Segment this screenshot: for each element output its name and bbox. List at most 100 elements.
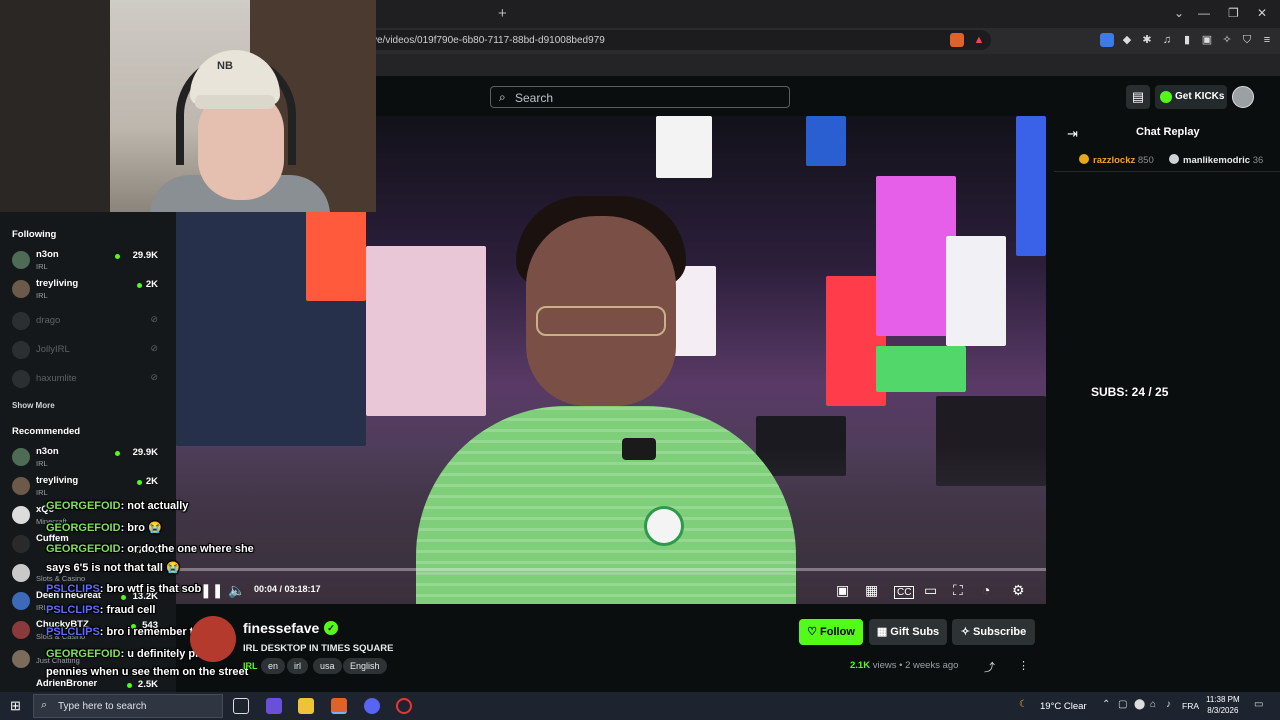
copilot-icon[interactable] (266, 698, 282, 714)
video-progress-bar[interactable] (176, 568, 1046, 571)
input-language[interactable]: FRA (1182, 701, 1199, 711)
video-category[interactable]: IRL (243, 661, 258, 671)
chat-text: : bro 😭 (120, 522, 162, 534)
channel-name[interactable]: finessefave (243, 620, 319, 636)
user-avatar[interactable] (1232, 86, 1254, 108)
live-dot-icon (137, 480, 142, 485)
task-view-icon[interactable] (233, 698, 249, 714)
play-pause-button[interactable]: ❚❚ (200, 582, 223, 599)
weather-text[interactable]: 19°C Clear (1040, 701, 1087, 712)
chat-text: : or do the one where she (120, 543, 254, 555)
window-restore-button[interactable]: ❐ (1228, 6, 1239, 20)
live-dot-icon (115, 451, 120, 456)
network-icon[interactable]: ⌂ (1150, 699, 1156, 710)
tray-mic-icon[interactable]: ⬤ (1134, 699, 1145, 710)
channel-name: haxumlite (36, 373, 77, 384)
follow-button[interactable]: ♡ Follow (799, 619, 863, 645)
get-kicks-button[interactable]: Get KICKs (1155, 85, 1227, 109)
new-tab-button[interactable]: + (498, 5, 507, 22)
get-kicks-label: Get KICKs (1175, 91, 1225, 102)
window-close-button[interactable]: ✕ (1257, 6, 1267, 20)
overlay-chat-message: GEORGEFOID: bro 😭 (46, 521, 162, 534)
following-channel-haxumlite[interactable]: haxumlite ⊘ (12, 368, 172, 394)
offline-icon: ⊘ (150, 314, 158, 324)
notifications-icon[interactable]: ▭ (1254, 699, 1263, 710)
avatar (12, 650, 30, 668)
following-channel-treyliving[interactable]: treyliving IRL 2K (12, 278, 172, 304)
window-minimize-button[interactable]: — (1198, 6, 1210, 20)
sidebar: Following n3on IRL 29.9K treyliving IRL … (0, 212, 176, 692)
chat-panel (1054, 116, 1280, 692)
subscribe-button[interactable]: ✧ Subscribe (952, 619, 1035, 645)
volume-tray-icon[interactable]: ♪ (1166, 699, 1171, 710)
offline-icon: ⊘ (150, 343, 158, 353)
windows-start-icon[interactable]: ⊞ (10, 698, 21, 714)
wallet-icon[interactable]: ▣ (1200, 33, 1214, 47)
gifter-1[interactable]: razzlockz 850 (1093, 155, 1154, 166)
brave-rewards-icon[interactable]: ▲ (972, 33, 986, 47)
tray-expand-icon[interactable]: ⌃ (1102, 699, 1110, 710)
vpn-shield-icon[interactable]: ⛉ (1240, 33, 1254, 47)
views-suffix: views (870, 660, 897, 671)
taskbar-search-input[interactable]: ⌕ Type here to search (33, 694, 223, 718)
chat-title: Chat Replay (1136, 126, 1200, 138)
following-channel-drago[interactable]: drago ⊘ (12, 310, 172, 336)
file-explorer-icon[interactable] (298, 698, 314, 714)
brave-browser-icon[interactable] (331, 698, 347, 714)
taskbar-clock[interactable]: 11:38 PM 8/3/2026 (1206, 694, 1240, 716)
mini-player-icon[interactable]: ▣ (836, 582, 849, 599)
tab-list-dropdown-icon[interactable]: ⌄ (1174, 6, 1184, 20)
tag-en[interactable]: en (261, 658, 286, 674)
chat-text: says 6'5 is not that tall 😭 (46, 562, 180, 574)
search-input[interactable]: ⌕ Search (490, 86, 790, 108)
browser-menu-icon[interactable]: ≡ (1260, 33, 1274, 47)
recommended-heading: Recommended (12, 426, 81, 437)
follow-label: Follow (820, 626, 855, 638)
tag-usa[interactable]: usa (313, 658, 342, 674)
avatar (12, 535, 30, 553)
collapse-chat-icon[interactable]: ⇥ (1067, 126, 1078, 142)
avatar (12, 506, 30, 524)
url-text[interactable]: ve/videos/019f790e-6b80-7117-88bd-d91008… (372, 35, 605, 46)
gifter-2[interactable]: manlikemodric 36 (1183, 155, 1263, 166)
studio-dashboard-button[interactable]: ▤ (1126, 85, 1150, 109)
obs-icon[interactable] (396, 698, 412, 714)
offline-icon: ⊘ (150, 372, 158, 382)
following-channel-jollyirl[interactable]: JollyIRL ⊘ (12, 339, 172, 365)
leo-ai-icon[interactable]: ✧ (1220, 33, 1234, 47)
live-dot-icon (115, 254, 120, 259)
fullscreen-icon[interactable]: ⛶ (953, 582, 963, 599)
discord-icon[interactable] (364, 698, 380, 714)
translate-extension-icon[interactable] (1100, 33, 1114, 47)
theater-mode-icon[interactable]: ▭ (924, 582, 937, 599)
brave-shields-icon[interactable] (950, 33, 964, 47)
recommended-channel-adrienbroner[interactable]: AdrienBroner 2.5K (12, 678, 172, 692)
media-music-icon[interactable]: ♫ (1160, 33, 1174, 47)
avatar (12, 341, 30, 359)
viewer-count: 29.9K (132, 250, 158, 261)
recommended-channel-n3on[interactable]: n3on IRL 29.9K (12, 446, 172, 472)
view-stats: 2.1K views • 2 weeks ago (850, 660, 958, 671)
recommended-channel-treyliving[interactable]: treyliving IRL 2K (12, 475, 172, 501)
tag-english[interactable]: English (343, 658, 387, 674)
settings-gear-icon[interactable]: ⚙ (1012, 582, 1025, 599)
playback-speed-icon[interactable]: ◔ (982, 582, 990, 598)
clip-icon[interactable]: ▦ (865, 582, 878, 599)
show-more-link[interactable]: Show More (12, 401, 55, 410)
volume-icon[interactable]: 🔈 (228, 582, 245, 599)
extensions-puzzle-icon[interactable]: ✱ (1140, 33, 1154, 47)
captions-icon[interactable]: CC (894, 586, 915, 599)
tray-app-icon[interactable]: ▢ (1118, 699, 1127, 710)
extension-diamond-icon[interactable]: ◆ (1120, 33, 1134, 47)
following-channel-n3on[interactable]: n3on IRL 29.9K (12, 249, 172, 275)
gifter-2-count: 36 (1252, 155, 1264, 166)
streamer-avatar[interactable] (190, 616, 236, 662)
more-options-icon[interactable]: ⋮ (1018, 659, 1029, 672)
gifter-rank-2-badge-icon (1169, 154, 1179, 164)
gifter-1-count: 850 (1137, 155, 1154, 166)
tag-irl[interactable]: irl (287, 658, 308, 674)
sidebar-toggle-icon[interactable]: ▮ (1180, 33, 1194, 47)
gift-subs-button[interactable]: ▦ Gift Subs (869, 619, 947, 645)
share-icon[interactable]: ⤴ (984, 659, 995, 675)
chat-username: PSLCLIPS (46, 583, 100, 595)
